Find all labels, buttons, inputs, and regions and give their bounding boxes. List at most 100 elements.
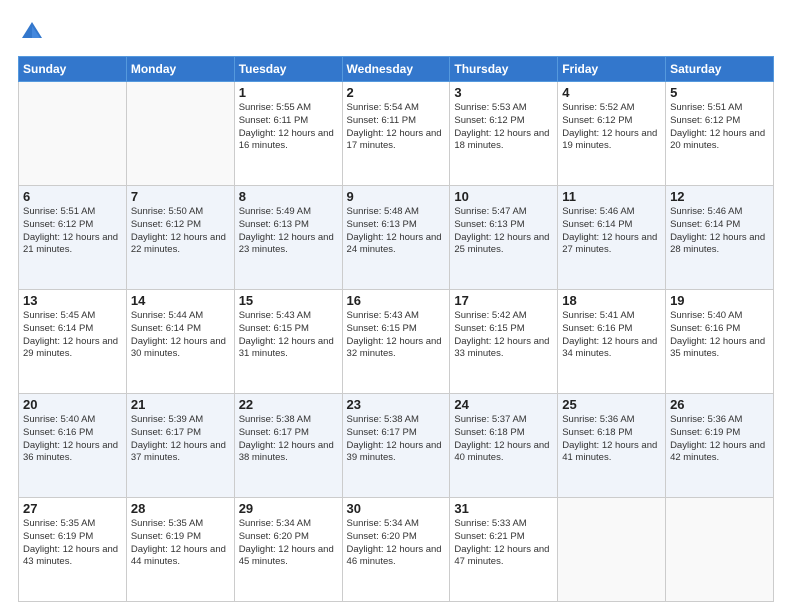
day-number: 21 <box>131 397 230 412</box>
calendar-week-row: 27 Sunrise: 5:35 AM Sunset: 6:19 PM Dayli… <box>19 498 774 602</box>
day-number: 15 <box>239 293 338 308</box>
calendar-cell: 27 Sunrise: 5:35 AM Sunset: 6:19 PM Dayli… <box>19 498 127 602</box>
calendar-day-header: Monday <box>126 57 234 82</box>
day-info: Sunrise: 5:50 AM Sunset: 6:12 PM Dayligh… <box>131 206 230 257</box>
day-number: 22 <box>239 397 338 412</box>
day-number: 8 <box>239 189 338 204</box>
day-info: Sunrise: 5:37 AM Sunset: 6:18 PM Dayligh… <box>454 414 553 465</box>
calendar-cell: 21Sunrise: 5:39 AM Sunset: 6:17 PM Dayli… <box>126 394 234 498</box>
day-info: Sunrise: 5:41 AM Sunset: 6:16 PM Dayligh… <box>562 310 661 361</box>
day-info: Sunrise: 5:40 AM Sunset: 6:16 PM Dayligh… <box>23 414 122 465</box>
calendar-cell: 23 Sunrise: 5:38 AM Sunset: 6:17 PM Dayli… <box>342 394 450 498</box>
calendar-cell: 7 Sunrise: 5:50 AM Sunset: 6:12 PM Daylig… <box>126 186 234 290</box>
logo-icon <box>18 18 46 46</box>
day-number: 23 <box>347 397 446 412</box>
day-info: Sunrise: 5:35 AM Sunset: 6:19 PM Dayligh… <box>131 518 230 569</box>
calendar-day-header: Tuesday <box>234 57 342 82</box>
calendar-cell: 30 Sunrise: 5:34 AM Sunset: 6:20 PM Dayli… <box>342 498 450 602</box>
day-info: Sunrise: 5:53 AM Sunset: 6:12 PM Dayligh… <box>454 102 553 153</box>
calendar-week-row: 6 Sunrise: 5:51 AM Sunset: 6:12 PM Daylig… <box>19 186 774 290</box>
day-number: 19 <box>670 293 769 308</box>
calendar-day-header: Saturday <box>666 57 774 82</box>
day-number: 20 <box>23 397 122 412</box>
calendar-cell: 6 Sunrise: 5:51 AM Sunset: 6:12 PM Daylig… <box>19 186 127 290</box>
calendar-cell: 5Sunrise: 5:51 AM Sunset: 6:12 PM Daylig… <box>666 82 774 186</box>
calendar-header-row: SundayMondayTuesdayWednesdayThursdayFrid… <box>19 57 774 82</box>
day-info: Sunrise: 5:38 AM Sunset: 6:17 PM Dayligh… <box>239 414 338 465</box>
calendar-cell <box>126 82 234 186</box>
day-info: Sunrise: 5:38 AM Sunset: 6:17 PM Dayligh… <box>347 414 446 465</box>
day-number: 31 <box>454 501 553 516</box>
calendar-week-row: 13Sunrise: 5:45 AM Sunset: 6:14 PM Dayli… <box>19 290 774 394</box>
day-info: Sunrise: 5:43 AM Sunset: 6:15 PM Dayligh… <box>239 310 338 361</box>
day-number: 14 <box>131 293 230 308</box>
day-info: Sunrise: 5:34 AM Sunset: 6:20 PM Dayligh… <box>347 518 446 569</box>
day-info: Sunrise: 5:54 AM Sunset: 6:11 PM Dayligh… <box>347 102 446 153</box>
day-info: Sunrise: 5:48 AM Sunset: 6:13 PM Dayligh… <box>347 206 446 257</box>
day-info: Sunrise: 5:46 AM Sunset: 6:14 PM Dayligh… <box>562 206 661 257</box>
day-info: Sunrise: 5:35 AM Sunset: 6:19 PM Dayligh… <box>23 518 122 569</box>
calendar-cell: 24 Sunrise: 5:37 AM Sunset: 6:18 PM Dayli… <box>450 394 558 498</box>
calendar-cell: 16 Sunrise: 5:43 AM Sunset: 6:15 PM Dayli… <box>342 290 450 394</box>
calendar-cell: 1 Sunrise: 5:55 AM Sunset: 6:11 PM Daylig… <box>234 82 342 186</box>
calendar-cell: 15 Sunrise: 5:43 AM Sunset: 6:15 PM Dayli… <box>234 290 342 394</box>
calendar-cell: 4Sunrise: 5:52 AM Sunset: 6:12 PM Daylig… <box>558 82 666 186</box>
calendar-cell: 20 Sunrise: 5:40 AM Sunset: 6:16 PM Dayli… <box>19 394 127 498</box>
day-number: 27 <box>23 501 122 516</box>
calendar-cell: 13Sunrise: 5:45 AM Sunset: 6:14 PM Dayli… <box>19 290 127 394</box>
calendar-cell: 31 Sunrise: 5:33 AM Sunset: 6:21 PM Dayli… <box>450 498 558 602</box>
calendar-cell: 18Sunrise: 5:41 AM Sunset: 6:16 PM Dayli… <box>558 290 666 394</box>
day-number: 12 <box>670 189 769 204</box>
calendar-cell: 26Sunrise: 5:36 AM Sunset: 6:19 PM Dayli… <box>666 394 774 498</box>
day-info: Sunrise: 5:36 AM Sunset: 6:18 PM Dayligh… <box>562 414 661 465</box>
day-number: 10 <box>454 189 553 204</box>
calendar-cell: 14 Sunrise: 5:44 AM Sunset: 6:14 PM Dayli… <box>126 290 234 394</box>
day-number: 9 <box>347 189 446 204</box>
calendar-day-header: Friday <box>558 57 666 82</box>
day-info: Sunrise: 5:46 AM Sunset: 6:14 PM Dayligh… <box>670 206 769 257</box>
day-number: 16 <box>347 293 446 308</box>
day-number: 1 <box>239 85 338 100</box>
calendar-day-header: Wednesday <box>342 57 450 82</box>
calendar-cell: 2 Sunrise: 5:54 AM Sunset: 6:11 PM Daylig… <box>342 82 450 186</box>
day-number: 11 <box>562 189 661 204</box>
calendar-cell: 3Sunrise: 5:53 AM Sunset: 6:12 PM Daylig… <box>450 82 558 186</box>
calendar-day-header: Thursday <box>450 57 558 82</box>
calendar-cell: 28 Sunrise: 5:35 AM Sunset: 6:19 PM Dayli… <box>126 498 234 602</box>
calendar-cell <box>666 498 774 602</box>
day-number: 17 <box>454 293 553 308</box>
day-info: Sunrise: 5:33 AM Sunset: 6:21 PM Dayligh… <box>454 518 553 569</box>
calendar-cell: 10 Sunrise: 5:47 AM Sunset: 6:13 PM Dayli… <box>450 186 558 290</box>
day-number: 30 <box>347 501 446 516</box>
day-info: Sunrise: 5:34 AM Sunset: 6:20 PM Dayligh… <box>239 518 338 569</box>
header <box>18 18 774 46</box>
day-number: 29 <box>239 501 338 516</box>
day-number: 4 <box>562 85 661 100</box>
day-info: Sunrise: 5:44 AM Sunset: 6:14 PM Dayligh… <box>131 310 230 361</box>
day-number: 7 <box>131 189 230 204</box>
day-number: 28 <box>131 501 230 516</box>
calendar-cell <box>19 82 127 186</box>
calendar-cell: 19 Sunrise: 5:40 AM Sunset: 6:16 PM Dayli… <box>666 290 774 394</box>
calendar-cell: 12 Sunrise: 5:46 AM Sunset: 6:14 PM Dayli… <box>666 186 774 290</box>
day-info: Sunrise: 5:47 AM Sunset: 6:13 PM Dayligh… <box>454 206 553 257</box>
day-info: Sunrise: 5:43 AM Sunset: 6:15 PM Dayligh… <box>347 310 446 361</box>
calendar-cell: 22 Sunrise: 5:38 AM Sunset: 6:17 PM Dayli… <box>234 394 342 498</box>
calendar-week-row: 20 Sunrise: 5:40 AM Sunset: 6:16 PM Dayli… <box>19 394 774 498</box>
calendar-cell <box>558 498 666 602</box>
calendar-table: SundayMondayTuesdayWednesdayThursdayFrid… <box>18 56 774 602</box>
day-number: 25 <box>562 397 661 412</box>
logo <box>18 18 50 46</box>
day-info: Sunrise: 5:51 AM Sunset: 6:12 PM Dayligh… <box>23 206 122 257</box>
day-number: 2 <box>347 85 446 100</box>
day-info: Sunrise: 5:40 AM Sunset: 6:16 PM Dayligh… <box>670 310 769 361</box>
calendar-cell: 9 Sunrise: 5:48 AM Sunset: 6:13 PM Daylig… <box>342 186 450 290</box>
calendar-cell: 29 Sunrise: 5:34 AM Sunset: 6:20 PM Dayli… <box>234 498 342 602</box>
day-number: 24 <box>454 397 553 412</box>
calendar-week-row: 1 Sunrise: 5:55 AM Sunset: 6:11 PM Daylig… <box>19 82 774 186</box>
calendar-cell: 11 Sunrise: 5:46 AM Sunset: 6:14 PM Dayli… <box>558 186 666 290</box>
day-info: Sunrise: 5:55 AM Sunset: 6:11 PM Dayligh… <box>239 102 338 153</box>
day-number: 6 <box>23 189 122 204</box>
day-number: 26 <box>670 397 769 412</box>
day-info: Sunrise: 5:42 AM Sunset: 6:15 PM Dayligh… <box>454 310 553 361</box>
